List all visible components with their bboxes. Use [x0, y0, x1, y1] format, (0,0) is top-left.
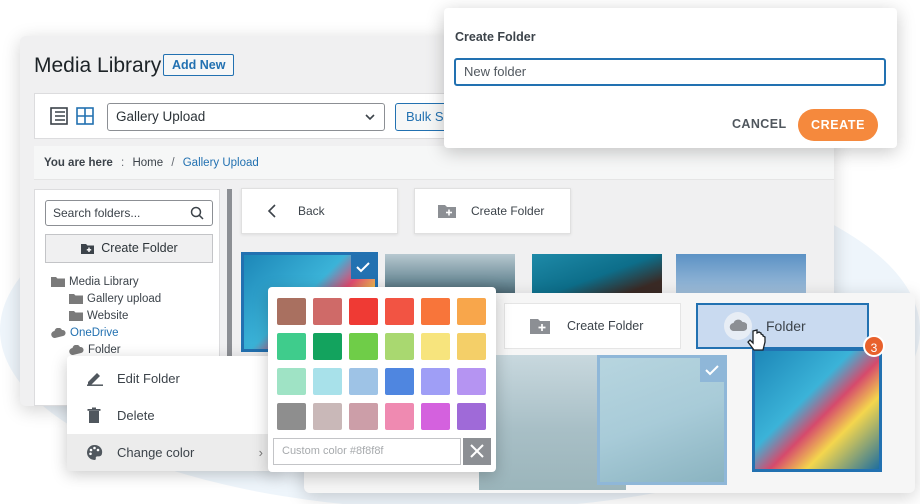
close-icon [470, 444, 484, 458]
color-swatch[interactable] [385, 368, 414, 395]
folder-plus-icon [438, 205, 456, 218]
folder-plus-icon [81, 244, 95, 254]
breadcrumb-home-link[interactable]: Home [132, 157, 163, 169]
pencil-icon [87, 373, 103, 386]
clear-color-button[interactable] [463, 438, 491, 465]
overlay-create-folder-card[interactable]: Create Folder [504, 303, 681, 349]
tree-item-gallery-upload[interactable]: Gallery upload [51, 291, 161, 308]
folder-icon [69, 311, 83, 321]
hand-cursor-icon [747, 329, 766, 351]
folder-icon [51, 277, 65, 287]
menu-item-change-color[interactable]: Change color › [67, 434, 277, 471]
checkmark-icon [351, 255, 375, 279]
folder-context-menu: Edit Folder Delete Change color › [67, 356, 277, 471]
color-swatch[interactable] [349, 403, 378, 430]
menu-item-label: Delete [117, 408, 155, 423]
color-swatch[interactable] [313, 298, 342, 325]
list-view-icon[interactable] [49, 106, 69, 126]
add-new-button[interactable]: Add New [163, 54, 235, 76]
color-swatch[interactable] [349, 298, 378, 325]
create-folder-dialog: Create Folder New folder CANCEL CREATE [444, 8, 897, 148]
tree-item-label: OneDrive [70, 327, 119, 339]
breadcrumb-separator: : [121, 157, 125, 169]
create-button[interactable]: CREATE [798, 109, 878, 141]
dialog-title: Create Folder [455, 30, 536, 44]
breadcrumb: You are here : Home / Gallery Upload [34, 146, 834, 180]
folder-name-input[interactable]: New folder [454, 58, 886, 86]
trash-icon [87, 407, 101, 423]
color-swatch[interactable] [457, 368, 486, 395]
color-swatch[interactable] [385, 333, 414, 360]
chevron-left-icon [267, 204, 276, 218]
search-folders-input[interactable]: Search folders... [45, 200, 213, 226]
cloud-icon [69, 344, 84, 356]
tree-item-website[interactable]: Website [51, 308, 161, 325]
dragged-image-thumbnail[interactable] [752, 348, 882, 472]
color-swatch[interactable] [313, 403, 342, 430]
folder-select[interactable]: Gallery Upload [107, 103, 385, 131]
color-swatch[interactable] [277, 368, 306, 395]
tree-item-label: Gallery upload [87, 293, 162, 305]
color-swatch[interactable] [313, 333, 342, 360]
menu-item-edit-folder[interactable]: Edit Folder [67, 360, 277, 397]
color-swatch[interactable] [421, 403, 450, 430]
menu-item-label: Edit Folder [117, 371, 180, 386]
folder-label: Folder [766, 318, 806, 334]
color-swatch[interactable] [277, 403, 306, 430]
color-swatch[interactable] [349, 368, 378, 395]
tree-item-label: Media Library [69, 276, 139, 288]
folder-icon [69, 294, 83, 304]
folder-select-value: Gallery Upload [116, 109, 206, 124]
chevron-down-icon [365, 114, 375, 121]
color-swatch[interactable] [385, 403, 414, 430]
onedrive-folder-drop-target[interactable]: Folder [696, 303, 869, 349]
color-swatch[interactable] [349, 333, 378, 360]
tree-item-media-library[interactable]: Media Library [51, 274, 161, 291]
color-swatch[interactable] [421, 298, 450, 325]
cancel-button[interactable]: CANCEL [732, 117, 786, 131]
create-folder-label: Create Folder [471, 204, 545, 218]
color-swatch[interactable] [457, 298, 486, 325]
back-label: Back [298, 204, 325, 218]
search-icon [190, 206, 204, 220]
color-swatch[interactable] [457, 333, 486, 360]
sidebar-create-folder-label: Create Folder [101, 241, 178, 255]
page-title: Media Library [34, 54, 162, 77]
color-swatch[interactable] [313, 368, 342, 395]
submenu-arrow-icon: › [258, 445, 263, 460]
tree-item-label: Folder [88, 344, 121, 356]
breadcrumb-divider: / [171, 157, 175, 169]
palette-icon [87, 444, 103, 460]
folder-tree: Media Library Gallery upload Website One… [51, 274, 161, 359]
breadcrumb-current-link[interactable]: Gallery Upload [183, 157, 259, 169]
menu-item-delete[interactable]: Delete [67, 397, 277, 434]
tree-item-label: Website [87, 310, 129, 322]
checkmark-icon [700, 358, 724, 382]
color-swatch[interactable] [277, 333, 306, 360]
color-picker-panel: Custom color #8f8f8f [268, 287, 496, 472]
folder-plus-icon [530, 319, 550, 334]
color-swatch[interactable] [421, 368, 450, 395]
custom-color-placeholder: Custom color #8f8f8f [282, 445, 384, 457]
color-swatch[interactable] [421, 333, 450, 360]
sidebar-create-folder-button[interactable]: Create Folder [45, 234, 213, 263]
color-swatch[interactable] [385, 298, 414, 325]
tree-item-onedrive[interactable]: OneDrive [51, 325, 161, 342]
search-placeholder: Search folders... [53, 206, 141, 220]
color-swatch[interactable] [457, 403, 486, 430]
color-swatch[interactable] [277, 298, 306, 325]
menu-item-label: Change color [117, 445, 195, 460]
drag-count-badge: 3 [863, 335, 885, 357]
back-button[interactable]: Back [241, 188, 398, 234]
overlay-create-folder-label: Create Folder [567, 319, 644, 333]
breadcrumb-lead: You are here [44, 157, 113, 169]
create-folder-card[interactable]: Create Folder [414, 188, 571, 234]
custom-color-input[interactable]: Custom color #8f8f8f [273, 438, 461, 465]
grid-view-icon[interactable] [75, 106, 95, 126]
image-thumbnail-faded[interactable] [597, 355, 727, 485]
cloud-icon [51, 327, 66, 339]
